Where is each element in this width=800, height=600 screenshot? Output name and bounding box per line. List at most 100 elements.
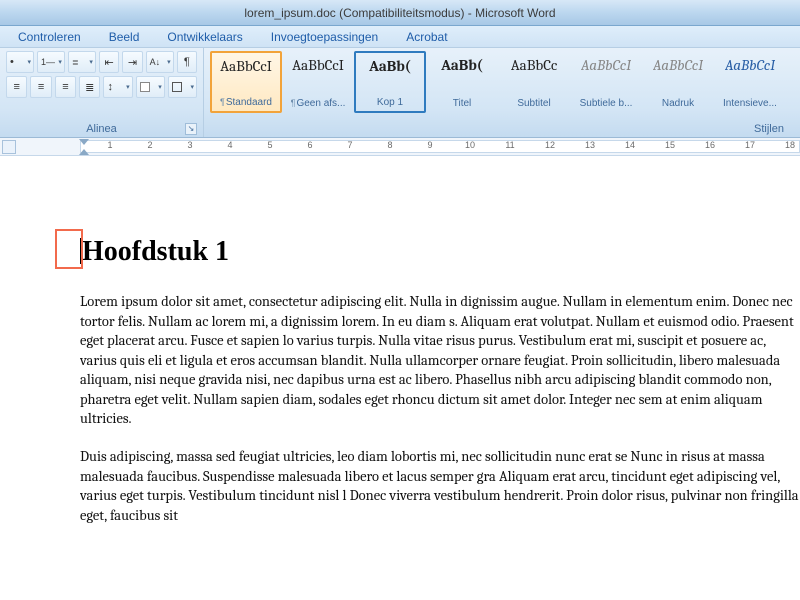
heading-selection-marker — [55, 229, 83, 269]
multilevel-list-button[interactable]: ≣ — [68, 51, 96, 73]
page: Hoofdstuk 1 Lorem ipsum dolor sit amet, … — [0, 156, 800, 525]
ruler-number — [120, 140, 140, 150]
style-caption-text: Standaard — [226, 97, 272, 108]
ruler-number: 12 — [540, 140, 560, 150]
style-caption: ¶Geen afs... — [291, 98, 346, 109]
tab-controleren[interactable]: Controleren — [18, 30, 81, 44]
heading-text: Hoofdstuk 1 — [82, 236, 229, 267]
tab-ontwikkelaars[interactable]: Ontwikkelaars — [167, 30, 242, 44]
align-center-button[interactable]: ≡ — [30, 76, 51, 98]
pilcrow-icon: ¶ — [184, 56, 190, 68]
shading-button[interactable] — [136, 76, 165, 98]
ruler-number — [400, 140, 420, 150]
tab-acrobat[interactable]: Acrobat — [406, 30, 447, 44]
body-paragraph[interactable]: Lorem ipsum dolor sit amet, consectetur … — [80, 292, 800, 429]
bullets-icon: • — [10, 56, 14, 68]
increase-indent-button[interactable]: ⇥ — [122, 51, 142, 73]
ruler-number: 11 — [500, 140, 520, 150]
style-caption: Titel — [453, 98, 472, 109]
ruler-number: 5 — [260, 140, 280, 150]
ruler-number: 10 — [460, 140, 480, 150]
ruler-number: 1 — [100, 140, 120, 150]
window-titlebar: lorem_ipsum.doc (Compatibiliteitsmodus) … — [0, 0, 800, 26]
style-sample: AaBbCcI — [220, 57, 272, 75]
borders-button[interactable] — [168, 76, 197, 98]
show-marks-button[interactable]: ¶ — [177, 51, 197, 73]
style-caption: Nadruk — [662, 98, 694, 109]
line-spacing-icon: ↕ — [107, 81, 113, 93]
ruler-number: 8 — [380, 140, 400, 150]
ruler-number — [200, 140, 220, 150]
align-right-icon: ≡ — [62, 81, 68, 93]
style-sample: AaBb( — [369, 57, 411, 75]
style-caption: Subtitel — [517, 98, 550, 109]
tab-beeld[interactable]: Beeld — [109, 30, 140, 44]
ruler-number — [480, 140, 500, 150]
numbering-button[interactable]: 1— — [37, 51, 65, 73]
style-caption-text: Titel — [453, 98, 472, 109]
document-area[interactable]: Hoofdstuk 1 Lorem ipsum dolor sit amet, … — [0, 156, 800, 600]
ruler-number — [320, 140, 340, 150]
style-card-standaard[interactable]: AaBbCcI ¶Standaard — [210, 51, 282, 113]
ruler-number — [440, 140, 460, 150]
sort-button[interactable]: A↓ — [146, 51, 174, 73]
ruler-number — [160, 140, 180, 150]
style-caption-text: Subtiele b... — [580, 98, 633, 109]
style-sample: AaBb( — [441, 56, 483, 74]
heading-1[interactable]: Hoofdstuk 1 — [80, 236, 800, 268]
pilcrow-icon: ¶ — [220, 97, 225, 107]
ribbon: • 1— ≣ ⇤ ⇥ A↓ ¶ ≡ ≡ ≡ ≣ ↕ Alinea ↘ — [0, 48, 800, 138]
pilcrow-icon: ¶ — [291, 98, 296, 108]
bullets-button[interactable]: • — [6, 51, 34, 73]
ribbon-tabs: Controleren Beeld Ontwikkelaars Invoegto… — [0, 26, 800, 48]
group-alinea-label: Alinea ↘ — [6, 122, 197, 137]
style-card-intensieve[interactable]: AaBbCcI Intensieve... — [714, 51, 786, 113]
style-sample: AaBbCcI — [581, 56, 631, 74]
multilevel-icon: ≣ — [72, 58, 79, 67]
style-card-nadruk[interactable]: AaBbCcINadruk — [642, 51, 714, 113]
heading-block: Hoofdstuk 1 — [80, 236, 800, 268]
ruler-number — [360, 140, 380, 150]
ruler-number: 15 — [660, 140, 680, 150]
line-spacing-button[interactable]: ↕ — [103, 76, 132, 98]
window-title: lorem_ipsum.doc (Compatibiliteitsmodus) … — [244, 6, 555, 20]
tab-selector[interactable] — [2, 140, 16, 154]
ruler-number — [560, 140, 580, 150]
ruler-number — [600, 140, 620, 150]
align-right-button[interactable]: ≡ — [55, 76, 76, 98]
style-caption-text: Intensieve... — [723, 98, 777, 109]
style-caption: Kop 1 — [377, 97, 403, 108]
style-card-titel[interactable]: AaBb( Titel — [426, 51, 498, 113]
align-center-icon: ≡ — [38, 81, 44, 93]
ruler-numbers: 123456789101112131415161718 — [80, 140, 800, 150]
group-alinea: • 1— ≣ ⇤ ⇥ A↓ ¶ ≡ ≡ ≡ ≣ ↕ Alinea ↘ — [0, 48, 204, 137]
ruler-number: 6 — [300, 140, 320, 150]
style-card-geen-afs[interactable]: AaBbCcI¶Geen afs... — [282, 51, 354, 113]
horizontal-ruler[interactable]: 123456789101112131415161718 — [0, 138, 800, 156]
style-card-kop-1[interactable]: AaBb( Kop 1 — [354, 51, 426, 113]
style-card-subtiele-b[interactable]: AaBbCcI Subtiele b... — [570, 51, 642, 113]
ruler-number — [680, 140, 700, 150]
borders-icon — [172, 82, 182, 92]
style-caption: Subtiele b... — [580, 98, 633, 109]
body-paragraph[interactable]: Duis adipiscing, massa sed feugiat ultri… — [80, 447, 800, 525]
align-left-button[interactable]: ≡ — [6, 76, 27, 98]
style-sample: AaBbCcI — [725, 56, 775, 74]
group-alinea-label-text: Alinea — [86, 123, 117, 135]
shading-icon — [140, 82, 150, 92]
style-caption-text: Nadruk — [662, 98, 694, 109]
ruler-number: 3 — [180, 140, 200, 150]
sort-icon: A↓ — [150, 57, 161, 67]
ruler-number: 17 — [740, 140, 760, 150]
ruler-number: 13 — [580, 140, 600, 150]
group-stijlen: AaBbCcI¶StandaardAaBbCcI¶Geen afs...AaBb… — [204, 48, 800, 137]
decrease-indent-button[interactable]: ⇤ — [99, 51, 119, 73]
justify-button[interactable]: ≣ — [79, 76, 100, 98]
tab-invoegtoepassingen[interactable]: Invoegtoepassingen — [271, 30, 378, 44]
alinea-dialog-launcher[interactable]: ↘ — [185, 123, 197, 135]
ruler-number — [720, 140, 740, 150]
increase-indent-icon: ⇥ — [128, 56, 137, 69]
ruler-number: 9 — [420, 140, 440, 150]
numbering-icon: 1— — [41, 57, 55, 67]
style-card-subtitel[interactable]: AaBbCcSubtitel — [498, 51, 570, 113]
